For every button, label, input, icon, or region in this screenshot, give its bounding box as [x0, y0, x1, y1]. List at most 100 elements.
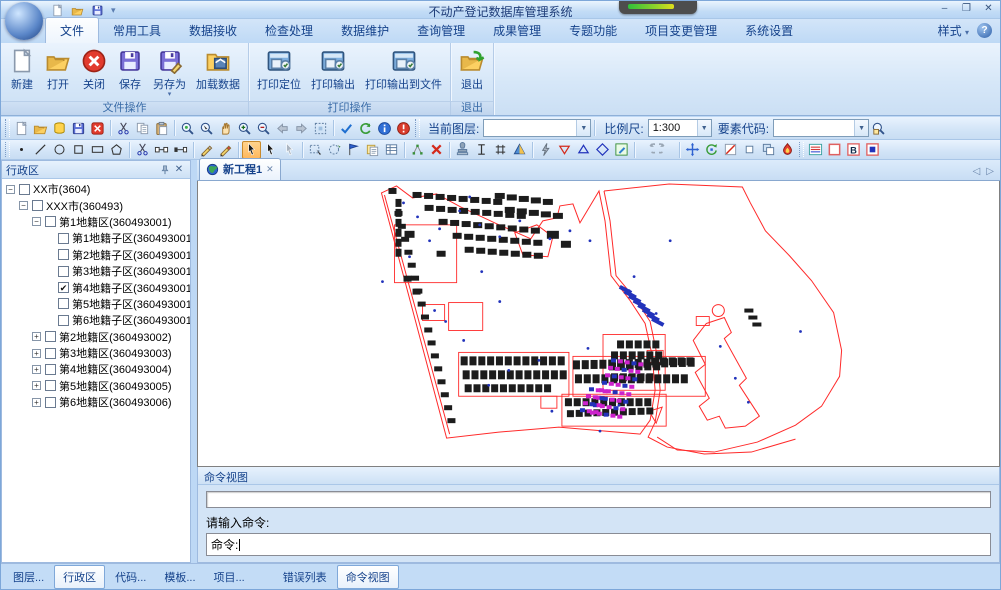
- map-canvas[interactable]: [197, 181, 1000, 467]
- command-input[interactable]: 命令:: [206, 533, 991, 556]
- annotate-button[interactable]: [453, 141, 472, 159]
- tree-node[interactable]: +第2地籍区(360493002): [2, 329, 190, 345]
- tree-checkbox[interactable]: [45, 216, 56, 227]
- tree-checkbox[interactable]: [58, 315, 69, 326]
- pin-icon[interactable]: [158, 163, 172, 176]
- document-tab[interactable]: 新工程1✕: [199, 158, 281, 180]
- tab-scroll-left-icon[interactable]: ◁: [973, 166, 981, 177]
- open-quick-button[interactable]: [69, 3, 85, 18]
- diamond-blue-button[interactable]: [593, 141, 612, 159]
- tri-up-blue-button[interactable]: [574, 141, 593, 159]
- cursor-gray-button[interactable]: [280, 141, 299, 159]
- save-quick-button[interactable]: [89, 3, 105, 18]
- ribbon-tab-数据维护[interactable]: 数据维护: [327, 18, 403, 43]
- full-extent-button[interactable]: [311, 119, 330, 137]
- tree-checkbox[interactable]: ✔: [58, 282, 69, 293]
- tree-expander-icon[interactable]: +: [32, 398, 41, 407]
- app-orb-button[interactable]: [5, 2, 43, 40]
- move-cross-button[interactable]: [683, 141, 702, 159]
- tree-node[interactable]: 第2地籍子区(360493001002): [2, 247, 190, 263]
- pyramid-button[interactable]: [510, 141, 529, 159]
- tree-node[interactable]: −XXX市(360493): [2, 197, 190, 213]
- tree-node[interactable]: ✔第4地籍子区(360493001004): [2, 279, 190, 295]
- tree-expander-icon[interactable]: +: [32, 365, 41, 374]
- select-rotate-button[interactable]: [325, 141, 344, 159]
- ribbon-tab-文件[interactable]: 文件: [45, 17, 99, 43]
- cursor-select-button[interactable]: [242, 141, 261, 159]
- style-button[interactable]: 样式 ▾: [938, 22, 969, 39]
- save-button[interactable]: [69, 119, 88, 137]
- 打开-button[interactable]: 打开: [41, 46, 75, 94]
- flame-button[interactable]: [778, 141, 797, 159]
- tab-close-icon[interactable]: ✕: [266, 164, 274, 175]
- ribbon-tab-成果管理[interactable]: 成果管理: [479, 18, 555, 43]
- flag-blue-button[interactable]: [344, 141, 363, 159]
- draw-rect-button[interactable]: [88, 141, 107, 159]
- open-button[interactable]: [31, 119, 50, 137]
- tree-checkbox[interactable]: [45, 331, 56, 342]
- validate-button[interactable]: [337, 119, 356, 137]
- tree-checkbox[interactable]: [45, 348, 56, 359]
- rect-stack-button[interactable]: [759, 141, 778, 159]
- zoom-in-button[interactable]: [235, 119, 254, 137]
- note-copy-button[interactable]: [363, 141, 382, 159]
- 打印定位-button[interactable]: 打印定位: [253, 46, 305, 94]
- toolbar-grip[interactable]: [5, 142, 10, 157]
- tree-expander-icon[interactable]: −: [32, 217, 41, 226]
- slash-red-button[interactable]: [721, 141, 740, 159]
- ribbon-tab-专题功能[interactable]: 专题功能: [555, 18, 631, 43]
- tree-node[interactable]: 第6地籍子区(360493001006): [2, 312, 190, 328]
- zoom-select-button[interactable]: [178, 119, 197, 137]
- fence-button[interactable]: [491, 141, 510, 159]
- bottom-tab-项目[interactable]: 项目...: [206, 566, 253, 588]
- delete-red-button[interactable]: [427, 141, 446, 159]
- style-hollow-button[interactable]: [825, 141, 844, 159]
- back-button[interactable]: [273, 119, 292, 137]
- sketch-pencil-button[interactable]: [197, 141, 216, 159]
- lightning-button[interactable]: [536, 141, 555, 159]
- tri-down-red-button[interactable]: [555, 141, 574, 159]
- tree-checkbox[interactable]: [45, 397, 56, 408]
- tree-node[interactable]: +第3地籍区(360493003): [2, 345, 190, 361]
- tree-checkbox[interactable]: [58, 266, 69, 277]
- bottom-tab-代码[interactable]: 代码...: [107, 566, 154, 588]
- ribbon-tab-检查处理[interactable]: 检查处理: [251, 18, 327, 43]
- cursor-black-button[interactable]: [261, 141, 280, 159]
- sketch-pencil-red-button[interactable]: [216, 141, 235, 159]
- ribbon-tab-系统设置[interactable]: 系统设置: [731, 18, 807, 43]
- copy-button[interactable]: [133, 119, 152, 137]
- 关闭-button[interactable]: 关闭: [77, 46, 111, 94]
- tree-checkbox[interactable]: [19, 184, 30, 195]
- tree-node[interactable]: +第6地籍区(360493006): [2, 394, 190, 410]
- style-lines-button[interactable]: [806, 141, 825, 159]
- vertex-edit-button[interactable]: [408, 141, 427, 159]
- tree-node[interactable]: +第4地籍区(360493004): [2, 361, 190, 377]
- toolbar-grip[interactable]: [799, 142, 804, 157]
- 退出-button[interactable]: 退出: [455, 46, 489, 94]
- tree-node[interactable]: 第3地籍子区(360493001003): [2, 263, 190, 279]
- 打印输出-button[interactable]: 打印输出: [307, 46, 359, 94]
- feature-locate-button[interactable]: [869, 119, 888, 137]
- warning-button[interactable]: [394, 119, 413, 137]
- new-quick-button[interactable]: [49, 3, 65, 18]
- node-join-button[interactable]: [171, 141, 190, 159]
- zoom-out-button[interactable]: [254, 119, 273, 137]
- attr-table-button[interactable]: [382, 141, 401, 159]
- ibeam-button[interactable]: [472, 141, 491, 159]
- close-button[interactable]: ✕: [981, 2, 996, 16]
- draw-circle-button[interactable]: [50, 141, 69, 159]
- scale-combo[interactable]: 1:300▼: [648, 119, 712, 137]
- edit-cell-button[interactable]: [612, 141, 631, 159]
- toolbar-grip[interactable]: [5, 119, 10, 137]
- tree-checkbox[interactable]: [58, 249, 69, 260]
- tree-expander-icon[interactable]: −: [19, 201, 28, 210]
- new-button[interactable]: [12, 119, 31, 137]
- bottom-tab-错误列表[interactable]: 错误列表: [275, 566, 335, 588]
- tree-checkbox[interactable]: [45, 364, 56, 375]
- draw-line-button[interactable]: [31, 141, 50, 159]
- 另存为-button[interactable]: 另存为▾: [149, 46, 190, 99]
- ribbon-tab-查询管理[interactable]: 查询管理: [403, 18, 479, 43]
- draw-polygon-button[interactable]: [107, 141, 126, 159]
- quick-access-dropdown-icon[interactable]: ▾: [111, 5, 116, 16]
- tree-expander-icon[interactable]: +: [32, 349, 41, 358]
